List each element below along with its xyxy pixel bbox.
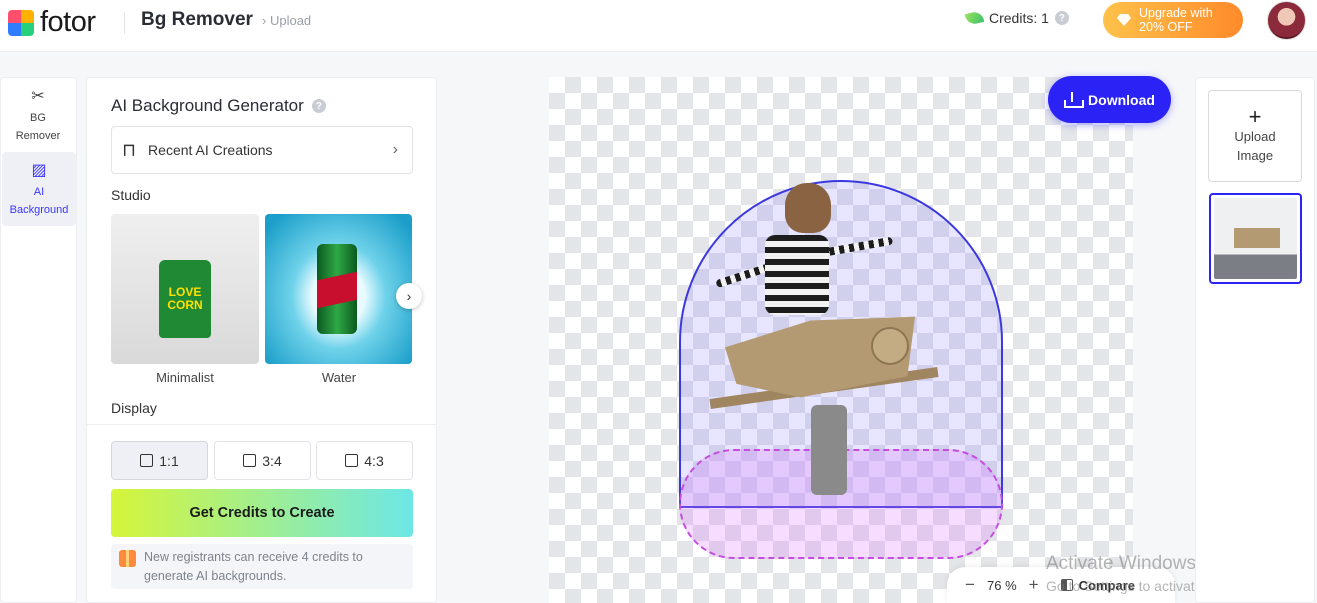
rail-label-line2: Background [9,204,69,216]
ai-background-icon: ▨ [31,161,47,179]
app-title: Bg Remover [141,9,253,30]
style-thumb-minimalist[interactable]: LOVE CORN [111,214,259,364]
tool-rail: ✂ BG Remover ▨ AI Background [0,77,77,603]
rail-item-ai-background[interactable]: ▨ AI Background [2,152,76,226]
ratio-4-3-button[interactable]: 4:3 [316,441,413,480]
subject-body [765,235,829,315]
fotor-logo-icon [8,9,34,36]
frame-icon: ⊓ [122,139,137,160]
product-bag-image: LOVE CORN [159,260,211,338]
thumb-label-minimalist: Minimalist [156,370,214,385]
credits-help-icon[interactable]: ? [1054,11,1069,25]
upgrade-line2: 20% OFF [1139,20,1193,34]
fotor-logo[interactable]: fotor [8,6,96,39]
upload-image-button[interactable]: + Upload Image [1208,90,1302,182]
zoom-value: 76 % [987,577,1017,593]
square-icon [140,454,154,467]
subject-head [785,183,831,233]
thumbs-next-button[interactable]: › [396,283,422,309]
panel-divider [87,424,436,425]
header-divider [124,12,125,34]
studio-label: Studio [111,187,151,203]
leaf-icon [964,10,985,26]
get-credits-button[interactable]: Get Credits to Create [111,489,413,537]
zoom-out-button[interactable]: − [963,575,977,595]
credits-label: Credits: 1 [989,10,1049,26]
rail-label-line2: Remover [15,130,61,142]
history-sidebar: + Upload Image [1195,77,1315,603]
notice-line1: New registrants can receive 4 credits to [144,550,363,564]
panel-title: AI Background Generator ? [111,96,326,116]
credits-notice: New registrants can receive 4 credits to… [111,544,413,589]
upload-line1: Upload [1234,129,1276,144]
square-icon [243,454,257,467]
style-thumb-water[interactable] [265,214,412,364]
recent-label: Recent AI Creations [148,142,273,158]
soda-can-image [317,244,357,334]
ratio-1-1-button[interactable]: 1:1 [111,441,208,480]
recent-ai-creations-button[interactable]: ⊓ Recent AI Creations › [111,126,413,174]
activate-windows-title: Activate Windows [1046,553,1196,574]
display-label: Display [111,400,157,416]
notice-line2: generate AI backgrounds. [144,569,287,583]
credits-indicator: Credits: 1 ? [964,10,1069,26]
ratio-label: 3:4 [262,452,282,469]
chevron-right-icon: › [392,141,398,158]
download-icon [1064,91,1085,108]
panel-help-icon[interactable]: ? [311,99,326,113]
breadcrumb: › Upload [262,13,312,28]
upgrade-line1: Upgrade with [1139,6,1213,20]
diamond-icon [1117,14,1131,26]
top-bar: fotor Bg Remover › Upload Credits: 1 ? U… [0,0,1317,52]
plus-icon: + [1248,104,1262,129]
ratio-3-4-button[interactable]: 3:4 [214,441,311,480]
editing-canvas[interactable] [549,77,1133,603]
rail-label-line1: BG [30,112,46,124]
rail-label-line1: AI [33,186,45,198]
breadcrumb-upload: Upload [269,13,312,28]
cardboard-propeller [871,327,909,365]
ratio-label: 1:1 [159,452,179,469]
download-label: Download [1088,91,1155,108]
gift-icon [119,550,136,567]
zoom-in-button[interactable]: + [1027,575,1041,595]
panel-title-text: AI Background Generator [111,96,304,115]
square-icon [345,454,359,467]
user-avatar[interactable] [1267,1,1306,40]
rail-item-bg-remover[interactable]: ✂ BG Remover [1,78,75,152]
subject-legs [811,405,847,495]
ai-background-panel: AI Background Generator ? ⊓ Recent AI Cr… [86,77,437,603]
history-thumbnail-image [1214,198,1297,279]
thumb-label-water: Water [321,370,357,385]
logo-text: fotor [40,6,96,38]
upload-line2: Image [1236,148,1274,163]
download-button[interactable]: Download [1048,76,1171,123]
ratio-label: 4:3 [364,452,384,469]
history-thumbnail[interactable] [1209,193,1302,284]
upgrade-button[interactable]: Upgrade with 20% OFF [1103,2,1243,38]
scissors-icon: ✂ [31,87,45,105]
